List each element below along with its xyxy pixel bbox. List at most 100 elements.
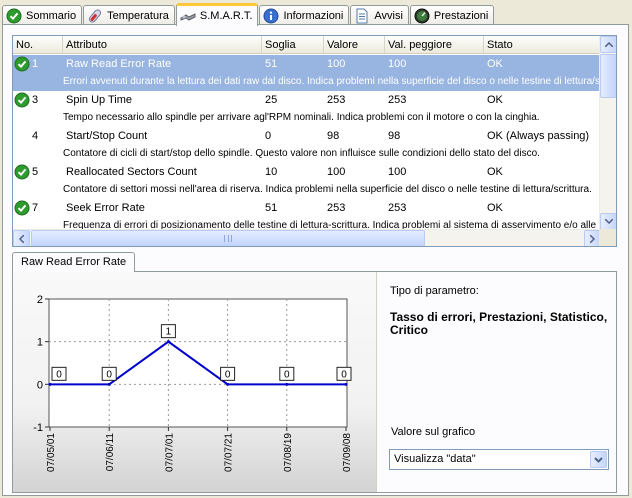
tab-label: S.M.A.R.T. [199, 10, 253, 22]
tab-temperatura[interactable]: Temperatura [83, 5, 175, 26]
check-circle-icon [14, 164, 30, 180]
horizontal-scrollbar[interactable] [13, 229, 601, 246]
vertical-scroll-thumb[interactable] [600, 54, 616, 98]
scroll-down-button[interactable] [600, 213, 616, 230]
check-circle-icon [14, 92, 30, 108]
row-value: 253 [327, 202, 346, 214]
tab-label: Sommario [26, 10, 77, 22]
attribute-chart: 2 1 0 -107/05/01 07/06/11 07/07/01 07/07/21 07/… [33, 294, 353, 472]
data-label: 0 [225, 369, 231, 380]
check-circle-icon [6, 8, 22, 24]
attribute-chart-area: 2 1 0 -1 07/05/01 07/06/11 07/07/01 07/07/21 07/… [13, 272, 377, 492]
row-status: OK [487, 58, 503, 70]
x-tick-label: 07/09/08 [342, 433, 353, 472]
x-tick-label: 07/05/01 [46, 433, 57, 472]
smart-attribute-list[interactable]: No. Attributo Soglia Valore Val. peggior… [12, 35, 617, 247]
row-description: Tempo necessario allo spindle per arriva… [63, 112, 540, 123]
column-header-no[interactable]: No. [13, 36, 63, 54]
chevron-down-icon [604, 219, 613, 224]
chevron-left-icon [19, 234, 24, 243]
data-label: 0 [284, 369, 290, 380]
tab-raw-read-error-rate[interactable]: Raw Read Error Rate [12, 252, 136, 272]
horizontal-scroll-thumb[interactable] [31, 230, 425, 246]
table-row[interactable]: 1 Raw Read Error Rate 51 100 100 OK Erro… [13, 55, 601, 91]
dropdown-button[interactable] [590, 451, 607, 468]
smart-tools-icon [180, 13, 196, 21]
tab-smart[interactable]: S.M.A.R.T. [175, 3, 259, 26]
tab-label: Informazioni [283, 10, 344, 22]
table-row[interactable]: 3 Spin Up Time 25 253 253 OK Tempo neces… [13, 91, 601, 127]
table-row[interactable]: 7 Seek Error Rate 51 253 253 OK Frequenz… [13, 199, 601, 230]
column-header-value[interactable]: Valore [324, 36, 385, 54]
graph-value-selected: Visualizza "data" [394, 453, 476, 465]
row-status: OK [487, 94, 503, 106]
row-value: 100 [327, 166, 346, 178]
data-label: 0 [56, 369, 62, 380]
chevron-down-icon [594, 457, 603, 463]
graph-value-label: Valore sul grafico [391, 426, 476, 438]
row-status: OK [487, 202, 503, 214]
x-tick-label: 07/06/11 [105, 433, 116, 472]
scroll-up-button[interactable] [600, 36, 616, 53]
row-worst: 98 [388, 130, 401, 142]
check-circle-icon [14, 200, 30, 216]
tab-informazioni[interactable]: Informazioni [259, 5, 350, 26]
x-tick-label: 07/07/21 [224, 433, 235, 472]
data-label: 0 [341, 369, 347, 380]
table-row[interactable]: 4 Start/Stop Count 0 98 98 OK (Always pa… [13, 127, 601, 163]
y-tick-label: 1 [37, 337, 43, 349]
row-status: OK [487, 166, 503, 178]
row-threshold: 0 [265, 130, 272, 142]
thermometer-icon [89, 9, 102, 23]
parameter-type-value: Tasso di errori, Prestazioni, Statistico… [390, 310, 608, 337]
column-header-attribute[interactable]: Attributo [63, 36, 262, 54]
x-tick-label: 07/07/01 [164, 433, 175, 472]
y-tick-label: 2 [37, 294, 43, 306]
row-description: Contatore di settori mossi nell'area di … [63, 184, 592, 195]
tab-label: Temperatura [107, 10, 169, 22]
row-threshold: 25 [265, 94, 278, 106]
column-header-status[interactable]: Stato [484, 36, 601, 54]
y-tick-label: -1 [33, 422, 43, 434]
data-point [166, 340, 170, 344]
data-point [226, 382, 230, 386]
row-worst: 100 [388, 58, 407, 70]
scroll-left-button[interactable] [13, 230, 30, 246]
row-worst: 253 [388, 94, 407, 106]
gauge-icon [414, 8, 430, 24]
list-header: No. Attributo Soglia Valore Val. peggior… [13, 36, 601, 54]
tab-label: Prestazioni [433, 10, 489, 22]
row-attribute: Raw Read Error Rate [66, 58, 172, 70]
row-attribute: Start/Stop Count [66, 130, 148, 142]
row-value: 98 [327, 130, 340, 142]
x-tick-label: 07/08/19 [283, 433, 294, 472]
row-attribute: Reallocated Sectors Count [66, 166, 197, 178]
row-threshold: 51 [265, 202, 278, 214]
row-number: 3 [32, 94, 39, 106]
row-number: 1 [32, 58, 39, 70]
column-header-worst[interactable]: Val. peggiore [385, 36, 484, 54]
y-tick-label: 0 [37, 379, 43, 391]
row-number: 5 [32, 166, 39, 178]
data-point [285, 382, 289, 386]
row-number: 7 [32, 202, 39, 214]
tab-prestazioni[interactable]: Prestazioni [409, 5, 495, 26]
data-label: 1 [166, 327, 172, 338]
row-threshold: 10 [265, 166, 278, 178]
main-tabbar: Sommario Temperatura S.M.A.R.T. Informaz… [2, 3, 495, 26]
row-worst: 100 [388, 166, 407, 178]
vertical-scrollbar[interactable] [599, 36, 616, 230]
row-description: Errori avvenuti durante la lettura dei d… [63, 76, 601, 87]
tab-sommario[interactable]: Sommario [2, 5, 83, 26]
parameter-info: Tipo di parametro: Tasso di errori, Pres… [390, 285, 615, 337]
table-row[interactable]: 5 Reallocated Sectors Count 10 100 100 O… [13, 163, 601, 199]
column-header-threshold[interactable]: Soglia [262, 36, 324, 54]
row-value: 253 [327, 94, 346, 106]
row-attribute: Seek Error Rate [66, 202, 145, 214]
graph-value-select[interactable]: Visualizza "data" [389, 449, 609, 470]
data-label: 0 [106, 369, 112, 380]
document-icon [356, 8, 368, 24]
tab-avvisi[interactable]: Avvisi [350, 5, 409, 26]
row-attribute: Spin Up Time [66, 94, 133, 106]
chevron-up-icon [604, 42, 613, 47]
